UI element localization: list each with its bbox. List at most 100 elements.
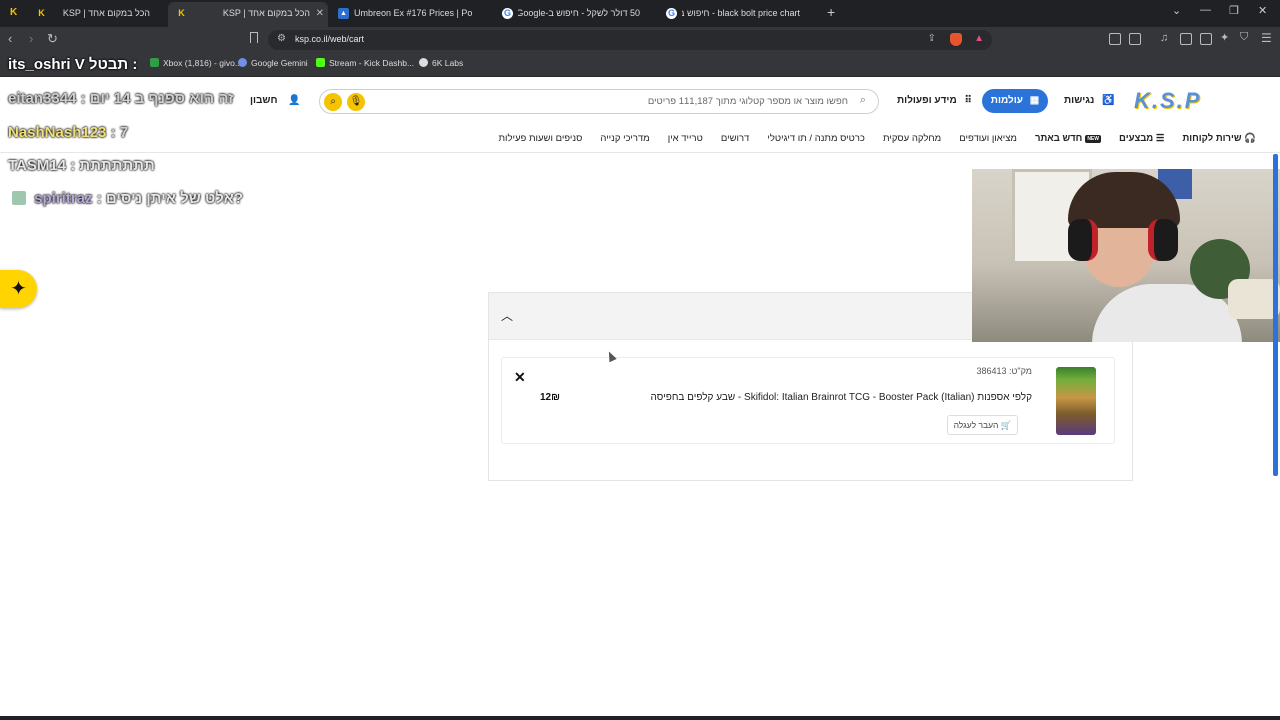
info-link[interactable]: מידע ופעולות ⠿ xyxy=(897,95,972,106)
bookmarks-bar: Xbox (1,816) - givo... Google Gemini Str… xyxy=(0,53,1280,77)
nav-item-deals[interactable]: ☰ מבצעים xyxy=(1119,133,1164,144)
leo-icon[interactable]: ✦ xyxy=(1220,31,1229,44)
reload-icon[interactable]: ↻ xyxy=(47,32,58,46)
bookmark-label: Google Gemini xyxy=(251,58,308,68)
browser-tab[interactable]: G black bolt price chart - חיפוש ב-Goog xyxy=(658,2,818,27)
headset xyxy=(1068,219,1098,261)
nav-item-gift-card[interactable]: כרטיס מתנה / תו דיגיטלי xyxy=(767,133,865,144)
voice-search-icon[interactable]: 🎙 xyxy=(347,93,365,111)
extensions-icon[interactable] xyxy=(1109,33,1121,45)
bookmark-label: 6K Labs xyxy=(432,58,464,68)
chat-user: TASM14 xyxy=(8,157,67,174)
new-tab-button[interactable]: + xyxy=(827,4,835,20)
close-window-icon[interactable]: ✕ xyxy=(1258,4,1267,17)
back-icon[interactable]: ‹ xyxy=(8,32,12,46)
brave-rewards-icon[interactable]: ▲ xyxy=(974,33,984,44)
close-tab-icon[interactable]: ✕ xyxy=(316,2,324,25)
nav-item-buying-guides[interactable]: מדריכי קנייה xyxy=(600,133,649,144)
browser-logo-icon[interactable]: K xyxy=(10,7,21,18)
account-label: חשבון xyxy=(250,95,278,106)
browser-tab[interactable]: G 50 דולר לשקל - חיפוש ב-Google xyxy=(494,2,658,27)
sidebar-icon[interactable] xyxy=(1180,33,1192,45)
nav-item-outlet[interactable]: מציאון ועודפים xyxy=(959,133,1017,144)
wheelchair-icon: ♿ xyxy=(1102,95,1115,106)
browser-toolbar: ‹ › ↻ ⚙ ksp.co.il/web/cart ⇪ ▲ ♫ ✦ ⛉ ☰ xyxy=(0,27,1280,53)
media-icon[interactable]: ♫ xyxy=(1160,32,1168,44)
grid-icon: ▦ xyxy=(1029,95,1040,106)
menu-icon[interactable]: ☰ xyxy=(1261,31,1272,45)
minimize-icon[interactable]: — xyxy=(1200,4,1211,16)
move-to-cart-button[interactable]: 🛒 העבר לעגלה xyxy=(947,415,1018,435)
google-icon: G xyxy=(666,8,677,19)
remove-item-icon[interactable]: ✕ xyxy=(514,369,526,386)
headset-icon: 🎧 xyxy=(1244,133,1256,144)
tab-title: black bolt price chart - חיפוש ב-Goog xyxy=(682,8,800,18)
bookmark-item[interactable]: Google Gemini xyxy=(238,58,308,68)
webcam-overlay xyxy=(972,169,1280,342)
chat-message: TASM14 : תתתתתתת xyxy=(8,157,155,174)
bottom-edge xyxy=(0,716,1280,720)
nav-item-jobs[interactable]: דרושים xyxy=(721,133,749,144)
share-icon[interactable]: ⇪ xyxy=(928,33,936,44)
accessibility-link[interactable]: נגישות ♿ xyxy=(1064,95,1115,106)
chevron-up-icon[interactable]: ︿ xyxy=(501,307,513,324)
reader-icon[interactable] xyxy=(1129,33,1141,45)
search-button-icon[interactable]: ⌕ xyxy=(324,93,342,111)
nav-item-trade-in[interactable]: טרייד אין xyxy=(668,133,703,144)
chat-message: eitan3344 : זה הוא ספנף ב 14 יום xyxy=(8,90,234,107)
headset xyxy=(1148,219,1178,261)
search-bar[interactable]: ⌕ 🎙 ⌕ xyxy=(319,89,879,114)
ksp-icon: K xyxy=(38,8,45,18)
site-info-icon[interactable]: ⚙ xyxy=(277,33,286,44)
page-scrollbar[interactable] xyxy=(1273,154,1278,476)
nav-item-customer-service[interactable]: 🎧 שירות לקוחות xyxy=(1182,133,1256,144)
chat-user: spiritraz xyxy=(34,190,93,207)
categories-label: עולמות xyxy=(990,95,1023,106)
accessibility-float-button[interactable]: ✦ xyxy=(0,270,37,308)
accessibility-label: נגישות xyxy=(1064,95,1095,106)
restore-icon[interactable]: ❐ xyxy=(1229,4,1239,17)
site-logo[interactable]: K.S.P xyxy=(1134,88,1201,114)
chat-message: spiritraz : אלט של איתן ניסים? xyxy=(12,190,243,207)
brave-shield-icon[interactable] xyxy=(950,33,962,46)
forward-icon[interactable]: › xyxy=(29,32,33,46)
product-thumbnail[interactable] xyxy=(1056,367,1096,435)
dots-grid-icon: ⠿ xyxy=(964,95,972,106)
nav-item-business[interactable]: מחלקה עסקית xyxy=(883,133,941,144)
move-to-cart-label: העבר לעגלה xyxy=(953,420,999,430)
bookmark-item[interactable]: Xbox (1,816) - givo... xyxy=(150,58,242,68)
browser-tab[interactable]: ▲ Umbreon Ex #176 Prices | Pokemon xyxy=(330,2,490,27)
item-sku: מק"ט: 386413 xyxy=(976,366,1032,376)
chat-text: V תבטל : xyxy=(74,56,138,73)
xbox-icon xyxy=(150,58,159,67)
tab-list-icon[interactable]: ⌄ xyxy=(1172,4,1181,17)
nav-item-new[interactable]: NEWחדש באתר xyxy=(1035,133,1101,144)
tab-title: הכל במקום אחד | KSP xyxy=(222,8,310,18)
bookmark-label: Xbox (1,816) - givo... xyxy=(163,58,242,68)
cart-item: ✕ 12₪ מק"ט: 386413 קלפי אספנות Skifidol:… xyxy=(501,357,1115,444)
new-icon: NEW xyxy=(1085,135,1101,143)
google-icon: G xyxy=(502,8,513,19)
categories-button[interactable]: עולמות ▦ xyxy=(982,89,1048,113)
search-icon: ⌕ xyxy=(859,94,866,106)
tab-title: Umbreon Ex #176 Prices | Pokemon xyxy=(354,8,472,18)
vpn-icon[interactable]: ⛉ xyxy=(1240,31,1248,44)
tab-title: הכל במקום אחד | KSP xyxy=(62,8,150,18)
bookmark-label: Stream - Kick Dashb... xyxy=(329,58,415,68)
accessibility-person-icon: ✦ xyxy=(10,278,27,300)
search-input[interactable] xyxy=(370,93,848,110)
wallet-icon[interactable] xyxy=(1200,33,1212,45)
address-bar[interactable]: ⚙ ksp.co.il/web/cart ⇪ ▲ xyxy=(268,30,992,50)
nav-label: מבצעים xyxy=(1119,133,1154,144)
chat-user: eitan3344 xyxy=(8,90,77,107)
account-link[interactable]: חשבון 👤 xyxy=(250,95,301,106)
browser-tab-active[interactable]: K הכל במקום אחד | KSP ✕ xyxy=(168,2,328,27)
nav-label: שירות לקוחות xyxy=(1182,133,1242,144)
chat-text: : תתתתתתת xyxy=(70,157,155,174)
nav-item-branches[interactable]: סניפים ושעות פעילות xyxy=(498,133,582,144)
item-name[interactable]: קלפי אספנות Skifidol: Italian Brainrot T… xyxy=(651,392,1032,403)
browser-tab[interactable]: K הכל במקום אחד | KSP xyxy=(28,2,168,27)
bookmark-page-icon[interactable] xyxy=(250,32,258,43)
bookmark-item[interactable]: 6K Labs xyxy=(419,58,463,68)
bookmark-item[interactable]: Stream - Kick Dashb... xyxy=(316,58,414,68)
